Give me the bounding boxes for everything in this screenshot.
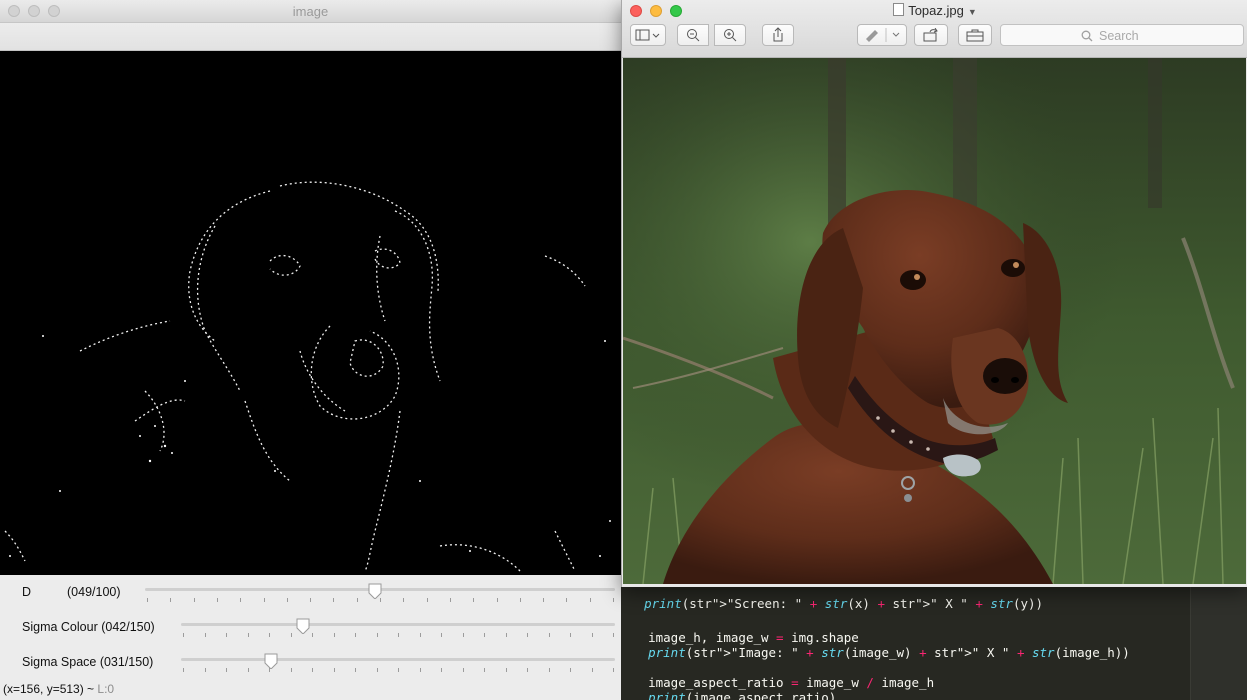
toolbox-icon <box>966 29 984 42</box>
search-icon <box>1081 30 1093 42</box>
trackbar-sigma-colour-track[interactable] <box>181 623 615 626</box>
trackbar-sigma-space-thumb[interactable] <box>264 653 278 669</box>
zoom-in-icon <box>724 29 737 42</box>
window-titlebar[interactable]: image <box>0 0 621 23</box>
status-bar: (x=156, y=513) ~ L:0 <box>3 682 114 696</box>
trackbar-sigma-colour-ticks <box>183 633 614 637</box>
zoom-out-icon <box>687 29 700 42</box>
code-line[interactable]: print(image_aspect_ratio) <box>620 675 836 700</box>
pyramid-level: L:0 <box>97 682 115 696</box>
trackbar-label-sigma-space: Sigma Space (031/150) <box>22 655 154 669</box>
search-field[interactable]: Search <box>1000 24 1244 46</box>
dog-photo-image <box>623 58 1246 584</box>
toolbox-button[interactable] <box>958 24 992 46</box>
rotate-button[interactable] <box>914 24 948 46</box>
document-icon <box>893 3 905 16</box>
cursor-coordinates: (x=156, y=513) ~ <box>3 682 98 696</box>
sidebar-button[interactable] <box>630 24 666 46</box>
editor-minimap[interactable] <box>1190 585 1247 700</box>
share-icon <box>773 27 783 42</box>
preview-window: Topaz.jpg ▼ Search <box>621 0 1247 587</box>
dog-photo[interactable] <box>623 58 1246 584</box>
markup-pen-icon <box>866 28 900 42</box>
preview-title[interactable]: Topaz.jpg ▼ <box>622 3 1247 18</box>
trackbar-value-d: (049/100) <box>67 585 121 599</box>
share-button[interactable] <box>762 24 794 46</box>
markup-button[interactable] <box>857 24 907 46</box>
code-text: print(image_aspect_ratio) <box>648 690 837 700</box>
trackbar-sigma-space-ticks <box>183 668 614 672</box>
trackbar-sigma-space-track[interactable] <box>181 658 615 661</box>
trackbar-label-d: D <box>22 585 32 599</box>
trackbar-label-sigma-colour: Sigma Colour (042/150) <box>22 620 155 634</box>
window-toolbar <box>0 23 621 51</box>
edge-detection-image <box>4 181 611 572</box>
preview-titlebar[interactable]: Topaz.jpg ▼ Search <box>622 0 1247 58</box>
trackbar-sigma-colour-thumb[interactable] <box>296 618 310 634</box>
code-editor[interactable]: print(str">"Screen: " + str(x) + str">" … <box>620 585 1247 700</box>
chevron-down-icon: ▼ <box>967 7 977 17</box>
preview-title-text: Topaz.jpg <box>908 3 964 18</box>
zoom-in-button[interactable] <box>714 24 746 46</box>
rotate-icon <box>923 28 938 42</box>
code-line-0: print(str">"Screen: " + str(x) + str">" … <box>644 596 1044 611</box>
sidebar-icon <box>635 29 660 41</box>
search-placeholder: Search <box>1099 29 1139 43</box>
edge-image-canvas[interactable] <box>0 51 621 575</box>
zoom-out-button[interactable] <box>677 24 709 46</box>
opencv-image-window: image D (049/100) Sigma Colour (042/150)… <box>0 0 621 700</box>
window-title: image <box>292 4 329 19</box>
trackbar-d-thumb[interactable] <box>368 583 382 599</box>
code-text: print(str">"Image: " + str(image_w) + st… <box>648 645 1130 660</box>
